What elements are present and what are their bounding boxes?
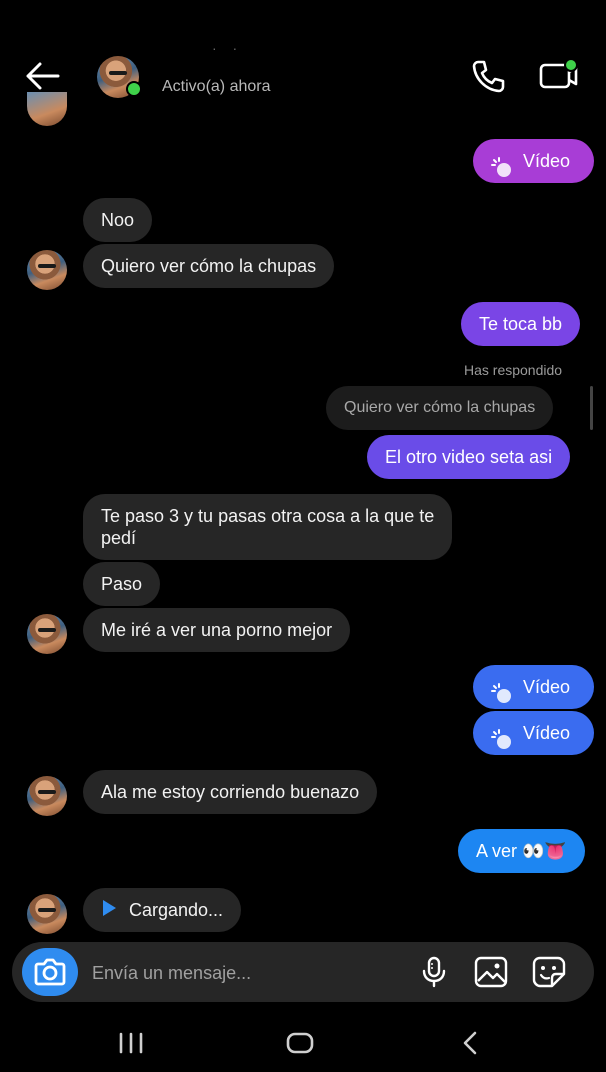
outgoing-message[interactable]: El otro video seta asi: [367, 435, 571, 479]
system-nav-bar: [0, 1010, 606, 1072]
message-text: Vídeo: [523, 723, 571, 743]
message-text: Noo: [101, 210, 135, 230]
nav-home-icon[interactable]: [286, 1032, 314, 1054]
sender-avatar[interactable]: [27, 894, 67, 934]
incoming-message[interactable]: Paso: [83, 562, 161, 606]
message-text-line-2: pedí: [101, 528, 137, 548]
sender-avatar[interactable]: [27, 614, 67, 654]
reply-indicator: [590, 386, 593, 430]
contact-avatar-partial: [27, 92, 67, 126]
incoming-message[interactable]: Quiero ver cómo la chupas: [83, 244, 335, 288]
video-message[interactable]: Vídeo: [473, 711, 594, 755]
incoming-message[interactable]: Noo: [83, 198, 153, 242]
sender-avatar[interactable]: [27, 776, 67, 816]
message-text: El otro video seta asi: [385, 447, 553, 467]
message-text: Me iré a ver una porno mejor: [101, 620, 333, 640]
video-message[interactable]: Vídeo: [473, 139, 594, 183]
message-input[interactable]: [90, 942, 394, 1004]
back-arrow-icon[interactable]: [22, 58, 62, 94]
contact-name[interactable]: · ·: [212, 40, 243, 56]
sender-avatar[interactable]: [27, 250, 67, 290]
play-icon: [101, 889, 117, 933]
chat-header: · · Activo(a) ahora: [0, 0, 606, 118]
message-text: Paso: [101, 574, 143, 594]
message-text: Te toca bb: [479, 314, 563, 334]
message-text: A ver 👀👅: [476, 841, 567, 861]
incoming-message[interactable]: Te paso 3 y tu pasas otra cosa a la que …: [83, 494, 453, 560]
gallery-icon[interactable]: [474, 956, 508, 988]
phone-icon[interactable]: [470, 58, 506, 94]
replied-label: Has respondido: [464, 362, 563, 378]
video-icon: [491, 677, 513, 704]
online-indicator: [126, 81, 142, 97]
nav-back-icon[interactable]: [458, 1030, 482, 1056]
message-text: Quiero ver cómo la chupas: [101, 256, 317, 276]
outgoing-message[interactable]: Te toca bb: [461, 302, 581, 346]
camera-icon[interactable]: [22, 948, 78, 996]
outgoing-message[interactable]: A ver 👀👅: [458, 829, 585, 873]
nav-recent-icon[interactable]: [116, 1032, 146, 1054]
message-text: Cargando...: [129, 900, 224, 920]
loading-message[interactable]: Cargando...: [83, 888, 242, 933]
message-text-line-1: Te paso 3 y tu pasas otra cosa a la que …: [101, 506, 435, 526]
microphone-icon[interactable]: [418, 956, 450, 988]
video-message[interactable]: Vídeo: [473, 665, 594, 709]
message-text: Vídeo: [523, 677, 571, 697]
video-icon: [491, 723, 513, 750]
incoming-message[interactable]: Ala me estoy corriendo buenazo: [83, 770, 378, 814]
sticker-icon[interactable]: [532, 956, 566, 988]
video-call-icon[interactable]: [538, 58, 580, 92]
activity-status: Activo(a) ahora: [162, 78, 271, 95]
message-composer: [12, 942, 594, 1004]
reply-quote[interactable]: Quiero ver cómo la chupas: [326, 386, 554, 430]
video-icon: [491, 151, 513, 178]
message-text: Vídeo: [523, 151, 571, 171]
incoming-message[interactable]: Me iré a ver una porno mejor: [83, 608, 351, 652]
message-text: Ala me estoy corriendo buenazo: [101, 782, 360, 802]
